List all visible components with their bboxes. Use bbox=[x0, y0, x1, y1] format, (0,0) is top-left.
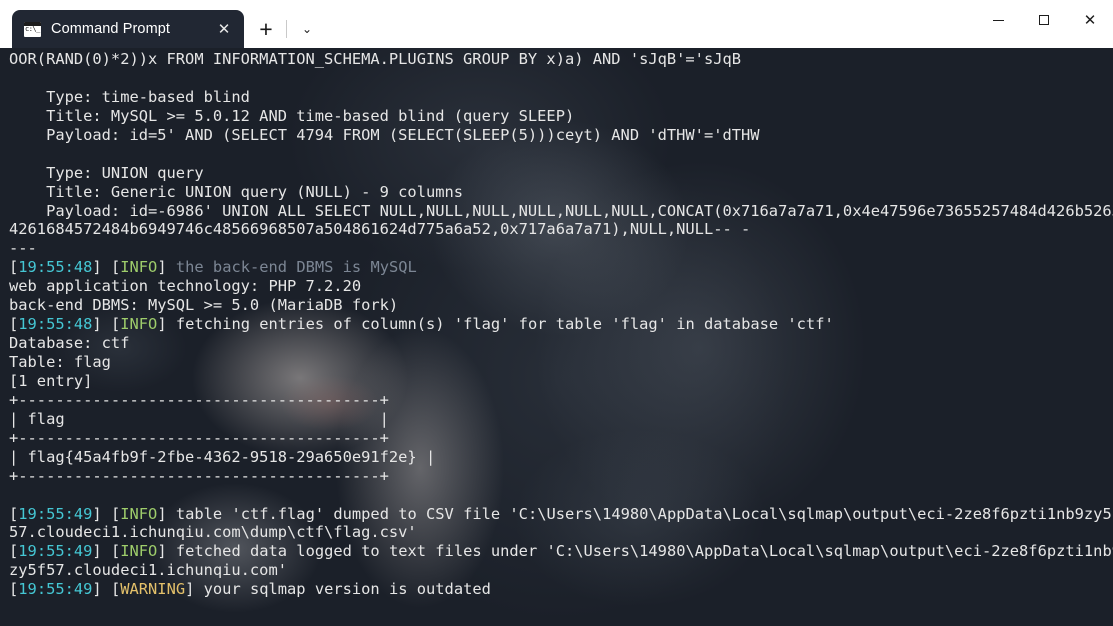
terminal-span-text: zy5f57.cloudeci1.ichunqiu.com' bbox=[9, 561, 287, 580]
terminal-line: Title: Generic UNION query (NULL) - 9 co… bbox=[9, 183, 1113, 202]
terminal-line: | flag | bbox=[9, 410, 1113, 429]
terminal-span-text: 57.cloudeci1.ichunqiu.com\dump\ctf\flag.… bbox=[9, 523, 417, 542]
terminal-span-text: ] fetching entries of column(s) 'flag' f… bbox=[157, 315, 834, 334]
terminal-line: [19:55:49] [INFO] table 'ctf.flag' dumpe… bbox=[9, 505, 1113, 524]
terminal-span-time: 19:55:49 bbox=[18, 542, 93, 561]
terminal-span-text: Payload: id=-6986' UNION ALL SELECT NULL… bbox=[9, 201, 1113, 220]
terminal-line: Title: MySQL >= 5.0.12 AND time-based bl… bbox=[9, 107, 1113, 126]
terminal-span-text: ] [ bbox=[92, 542, 121, 561]
terminal-span-text: [ bbox=[9, 315, 19, 334]
terminal-span-text: Type: UNION query bbox=[9, 163, 204, 182]
terminal-span-warn: WARNING bbox=[120, 580, 186, 599]
terminal-span-text: Database: ctf bbox=[9, 334, 130, 353]
terminal-pane[interactable]: OOR(RAND(0)*2))x FROM INFORMATION_SCHEMA… bbox=[0, 48, 1113, 626]
terminal-span-text: [ bbox=[9, 504, 19, 523]
tab-strip-divider bbox=[286, 20, 287, 38]
terminal-line: Database: ctf bbox=[9, 334, 1113, 353]
close-icon: ✕ bbox=[1083, 11, 1097, 29]
terminal-span-text: web application technology: PHP 7.2.20 bbox=[9, 277, 362, 296]
terminal-line: +---------------------------------------… bbox=[9, 467, 1113, 486]
terminal-span-text: +---------------------------------------… bbox=[9, 466, 389, 485]
maximize-icon bbox=[1039, 15, 1049, 25]
terminal-span-text: --- bbox=[9, 239, 37, 258]
command-prompt-icon bbox=[24, 21, 41, 37]
window-controls: ✕ bbox=[975, 0, 1113, 48]
title-bar: Command Prompt ✕ + ⌄ ✕ bbox=[0, 0, 1113, 48]
terminal-line: Payload: id=5' AND (SELECT 4794 FROM (SE… bbox=[9, 126, 1113, 145]
terminal-span-text: OOR(RAND(0)*2))x FROM INFORMATION_SCHEMA… bbox=[9, 50, 742, 68]
terminal-line: 4261684572484b6949746c48566968507a504861… bbox=[9, 220, 1113, 239]
terminal-line: Type: time-based blind bbox=[9, 88, 1113, 107]
terminal-span-text: ] [ bbox=[92, 315, 121, 334]
terminal-line: 57.cloudeci1.ichunqiu.com\dump\ctf\flag.… bbox=[9, 523, 1113, 542]
terminal-span-text: [1 entry] bbox=[9, 371, 93, 390]
terminal-line: --- bbox=[9, 239, 1113, 258]
new-tab-button[interactable]: + bbox=[248, 10, 284, 48]
terminal-span-text: ] your sqlmap version is outdated bbox=[185, 580, 491, 599]
terminal-span-text: back-end DBMS: MySQL >= 5.0 (MariaDB for… bbox=[9, 296, 399, 315]
close-tab-icon[interactable]: ✕ bbox=[210, 16, 238, 42]
terminal-span-text: | flag{45a4fb9f-2fbe-4362-9518-29a650e91… bbox=[9, 447, 436, 466]
tab-title: Command Prompt bbox=[51, 21, 171, 37]
terminal-span-time: 19:55:48 bbox=[18, 258, 93, 277]
tab-strip: Command Prompt ✕ + ⌄ bbox=[0, 0, 975, 48]
terminal-line: [19:55:48] [INFO] the back-end DBMS is M… bbox=[9, 258, 1113, 277]
tab-command-prompt[interactable]: Command Prompt ✕ bbox=[12, 10, 244, 48]
terminal-span-text: ] fetched data logged to text files unde… bbox=[157, 542, 1113, 561]
terminal-span-text: ] bbox=[157, 258, 176, 277]
terminal-span-text: ] [ bbox=[92, 258, 121, 277]
terminal-line: Table: flag bbox=[9, 353, 1113, 372]
terminal-span-text: | flag | bbox=[9, 409, 389, 428]
terminal-line: [19:55:49] [INFO] fetched data logged to… bbox=[9, 542, 1113, 561]
terminal-span-time: 19:55:49 bbox=[18, 504, 93, 523]
minimize-icon bbox=[992, 19, 1004, 21]
terminal-span-time: 19:55:48 bbox=[18, 315, 93, 334]
maximize-button[interactable] bbox=[1021, 0, 1067, 40]
terminal-output: OOR(RAND(0)*2))x FROM INFORMATION_SCHEMA… bbox=[0, 48, 1113, 599]
terminal-span-time: 19:55:49 bbox=[18, 580, 93, 599]
close-window-button[interactable]: ✕ bbox=[1067, 0, 1113, 40]
terminal-line: web application technology: PHP 7.2.20 bbox=[9, 277, 1113, 296]
terminal-span-dim: the back-end DBMS is MySQL bbox=[175, 258, 417, 277]
terminal-window: Command Prompt ✕ + ⌄ ✕ OOR(RAND(0)*2))x … bbox=[0, 0, 1113, 626]
terminal-span-info: INFO bbox=[120, 258, 158, 277]
terminal-span-text: [ bbox=[9, 580, 19, 599]
terminal-span-text: [ bbox=[9, 542, 19, 561]
terminal-line: zy5f57.cloudeci1.ichunqiu.com' bbox=[9, 561, 1113, 580]
terminal-line: [19:55:49] [WARNING] your sqlmap version… bbox=[9, 580, 1113, 599]
terminal-span-text: +---------------------------------------… bbox=[9, 428, 389, 447]
terminal-line: +---------------------------------------… bbox=[9, 429, 1113, 448]
terminal-line: [19:55:48] [INFO] fetching entries of co… bbox=[9, 315, 1113, 334]
terminal-span-text: ] [ bbox=[92, 504, 121, 523]
terminal-line: | flag{45a4fb9f-2fbe-4362-9518-29a650e91… bbox=[9, 448, 1113, 467]
terminal-span-text: +---------------------------------------… bbox=[9, 390, 389, 409]
terminal-span-text: [ bbox=[9, 258, 19, 277]
terminal-span-text: Table: flag bbox=[9, 353, 111, 371]
terminal-span-text: Type: time-based blind bbox=[9, 87, 250, 106]
terminal-span-text: Title: Generic UNION query (NULL) - 9 co… bbox=[9, 182, 464, 201]
terminal-span-text: ] [ bbox=[92, 580, 121, 599]
chevron-down-icon[interactable]: ⌄ bbox=[289, 10, 325, 48]
terminal-span-text: ] table 'ctf.flag' dumped to CSV file 'C… bbox=[157, 504, 1113, 523]
terminal-span-info: INFO bbox=[120, 315, 158, 334]
terminal-line: back-end DBMS: MySQL >= 5.0 (MariaDB for… bbox=[9, 296, 1113, 315]
minimize-button[interactable] bbox=[975, 0, 1021, 40]
terminal-line: +---------------------------------------… bbox=[9, 391, 1113, 410]
terminal-span-text: Title: MySQL >= 5.0.12 AND time-based bl… bbox=[9, 106, 575, 125]
terminal-span-info: INFO bbox=[120, 542, 158, 561]
terminal-line: Payload: id=-6986' UNION ALL SELECT NULL… bbox=[9, 202, 1113, 221]
terminal-line: OOR(RAND(0)*2))x FROM INFORMATION_SCHEMA… bbox=[9, 50, 1113, 69]
terminal-span-info: INFO bbox=[120, 504, 158, 523]
terminal-span-text: 4261684572484b6949746c48566968507a504861… bbox=[9, 220, 751, 239]
terminal-line: [1 entry] bbox=[9, 372, 1113, 391]
terminal-span-text: Payload: id=5' AND (SELECT 4794 FROM (SE… bbox=[9, 125, 760, 144]
terminal-line: Type: UNION query bbox=[9, 164, 1113, 183]
